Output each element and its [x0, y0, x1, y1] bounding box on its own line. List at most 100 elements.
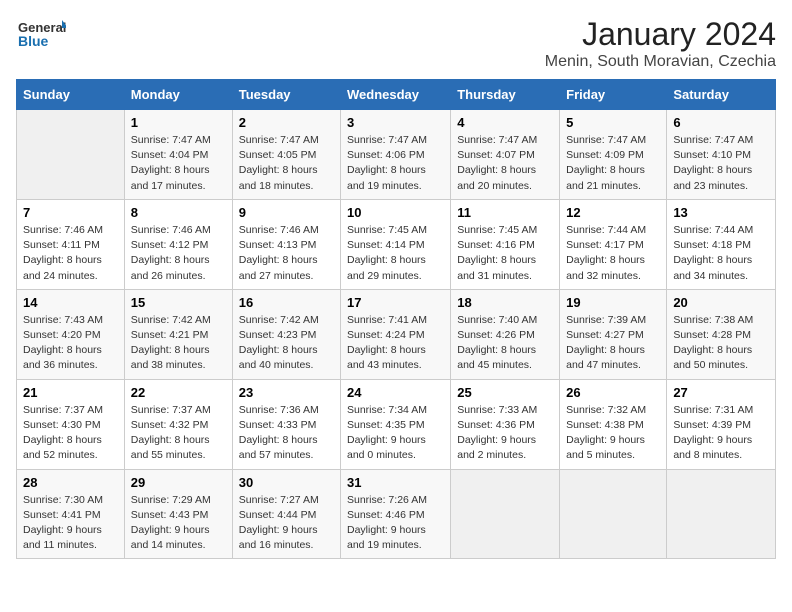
calendar-cell: 15 Sunrise: 7:42 AM Sunset: 4:21 PM Dayl…	[124, 289, 232, 379]
day-number: 3	[347, 115, 444, 130]
sunset: Sunset: 4:16 PM	[457, 239, 535, 251]
sunset: Sunset: 4:27 PM	[566, 329, 644, 341]
weekday-header-row: SundayMondayTuesdayWednesdayThursdayFrid…	[17, 80, 776, 110]
sunrise: Sunrise: 7:36 AM	[239, 404, 319, 416]
day-info: Sunrise: 7:37 AM Sunset: 4:32 PM Dayligh…	[131, 403, 226, 464]
sunrise: Sunrise: 7:39 AM	[566, 314, 646, 326]
sunset: Sunset: 4:04 PM	[131, 149, 209, 161]
sunrise: Sunrise: 7:31 AM	[673, 404, 753, 416]
daylight: Daylight: 9 hours and 14 minutes.	[131, 524, 210, 551]
header: General Blue January 2024 Menin, South M…	[16, 16, 776, 71]
weekday-header: Wednesday	[341, 80, 451, 110]
day-number: 21	[23, 385, 118, 400]
daylight: Daylight: 8 hours and 32 minutes.	[566, 254, 645, 281]
day-info: Sunrise: 7:38 AM Sunset: 4:28 PM Dayligh…	[673, 313, 769, 374]
day-info: Sunrise: 7:44 AM Sunset: 4:17 PM Dayligh…	[566, 223, 660, 284]
calendar-cell: 7 Sunrise: 7:46 AM Sunset: 4:11 PM Dayli…	[17, 199, 125, 289]
daylight: Daylight: 8 hours and 57 minutes.	[239, 434, 318, 461]
sunset: Sunset: 4:30 PM	[23, 419, 101, 431]
day-number: 6	[673, 115, 769, 130]
day-info: Sunrise: 7:37 AM Sunset: 4:30 PM Dayligh…	[23, 403, 118, 464]
sunset: Sunset: 4:10 PM	[673, 149, 751, 161]
sunset: Sunset: 4:41 PM	[23, 509, 101, 521]
calendar-table: SundayMondayTuesdayWednesdayThursdayFrid…	[16, 79, 776, 559]
week-row: 7 Sunrise: 7:46 AM Sunset: 4:11 PM Dayli…	[17, 199, 776, 289]
daylight: Daylight: 8 hours and 45 minutes.	[457, 344, 536, 371]
sunrise: Sunrise: 7:40 AM	[457, 314, 537, 326]
sunset: Sunset: 4:06 PM	[347, 149, 425, 161]
daylight: Daylight: 8 hours and 23 minutes.	[673, 164, 752, 191]
day-number: 2	[239, 115, 334, 130]
sunset: Sunset: 4:43 PM	[131, 509, 209, 521]
daylight: Daylight: 8 hours and 29 minutes.	[347, 254, 426, 281]
calendar-cell	[560, 469, 667, 559]
daylight: Daylight: 8 hours and 55 minutes.	[131, 434, 210, 461]
sunset: Sunset: 4:20 PM	[23, 329, 101, 341]
day-info: Sunrise: 7:33 AM Sunset: 4:36 PM Dayligh…	[457, 403, 553, 464]
calendar-cell: 13 Sunrise: 7:44 AM Sunset: 4:18 PM Dayl…	[667, 199, 776, 289]
day-info: Sunrise: 7:42 AM Sunset: 4:21 PM Dayligh…	[131, 313, 226, 374]
weekday-header: Tuesday	[232, 80, 340, 110]
logo: General Blue	[16, 16, 66, 56]
sunrise: Sunrise: 7:45 AM	[457, 224, 537, 236]
day-info: Sunrise: 7:47 AM Sunset: 4:09 PM Dayligh…	[566, 133, 660, 194]
day-number: 23	[239, 385, 334, 400]
calendar-cell	[17, 110, 125, 200]
sunrise: Sunrise: 7:37 AM	[23, 404, 103, 416]
daylight: Daylight: 8 hours and 20 minutes.	[457, 164, 536, 191]
calendar-cell: 28 Sunrise: 7:30 AM Sunset: 4:41 PM Dayl…	[17, 469, 125, 559]
daylight: Daylight: 8 hours and 31 minutes.	[457, 254, 536, 281]
sunset: Sunset: 4:07 PM	[457, 149, 535, 161]
week-row: 28 Sunrise: 7:30 AM Sunset: 4:41 PM Dayl…	[17, 469, 776, 559]
sunset: Sunset: 4:36 PM	[457, 419, 535, 431]
daylight: Daylight: 8 hours and 17 minutes.	[131, 164, 210, 191]
day-info: Sunrise: 7:44 AM Sunset: 4:18 PM Dayligh…	[673, 223, 769, 284]
day-number: 10	[347, 205, 444, 220]
day-number: 9	[239, 205, 334, 220]
day-number: 8	[131, 205, 226, 220]
sunrise: Sunrise: 7:47 AM	[131, 134, 211, 146]
sunset: Sunset: 4:28 PM	[673, 329, 751, 341]
sunset: Sunset: 4:13 PM	[239, 239, 317, 251]
day-number: 16	[239, 295, 334, 310]
day-info: Sunrise: 7:47 AM Sunset: 4:06 PM Dayligh…	[347, 133, 444, 194]
sunrise: Sunrise: 7:32 AM	[566, 404, 646, 416]
daylight: Daylight: 9 hours and 16 minutes.	[239, 524, 318, 551]
day-number: 29	[131, 475, 226, 490]
sunrise: Sunrise: 7:42 AM	[239, 314, 319, 326]
daylight: Daylight: 8 hours and 50 minutes.	[673, 344, 752, 371]
sunrise: Sunrise: 7:45 AM	[347, 224, 427, 236]
day-number: 28	[23, 475, 118, 490]
sunset: Sunset: 4:14 PM	[347, 239, 425, 251]
calendar-cell: 16 Sunrise: 7:42 AM Sunset: 4:23 PM Dayl…	[232, 289, 340, 379]
day-info: Sunrise: 7:39 AM Sunset: 4:27 PM Dayligh…	[566, 313, 660, 374]
calendar-cell: 4 Sunrise: 7:47 AM Sunset: 4:07 PM Dayli…	[451, 110, 560, 200]
sunset: Sunset: 4:32 PM	[131, 419, 209, 431]
sunrise: Sunrise: 7:46 AM	[239, 224, 319, 236]
calendar-cell: 27 Sunrise: 7:31 AM Sunset: 4:39 PM Dayl…	[667, 379, 776, 469]
calendar-cell: 20 Sunrise: 7:38 AM Sunset: 4:28 PM Dayl…	[667, 289, 776, 379]
day-info: Sunrise: 7:27 AM Sunset: 4:44 PM Dayligh…	[239, 493, 334, 554]
sunset: Sunset: 4:38 PM	[566, 419, 644, 431]
day-number: 14	[23, 295, 118, 310]
sunrise: Sunrise: 7:34 AM	[347, 404, 427, 416]
daylight: Daylight: 8 hours and 36 minutes.	[23, 344, 102, 371]
day-number: 25	[457, 385, 553, 400]
day-number: 15	[131, 295, 226, 310]
day-info: Sunrise: 7:47 AM Sunset: 4:05 PM Dayligh…	[239, 133, 334, 194]
daylight: Daylight: 9 hours and 5 minutes.	[566, 434, 645, 461]
day-info: Sunrise: 7:32 AM Sunset: 4:38 PM Dayligh…	[566, 403, 660, 464]
calendar-cell: 9 Sunrise: 7:46 AM Sunset: 4:13 PM Dayli…	[232, 199, 340, 289]
day-number: 18	[457, 295, 553, 310]
day-info: Sunrise: 7:46 AM Sunset: 4:12 PM Dayligh…	[131, 223, 226, 284]
sunset: Sunset: 4:09 PM	[566, 149, 644, 161]
daylight: Daylight: 9 hours and 2 minutes.	[457, 434, 536, 461]
sunset: Sunset: 4:18 PM	[673, 239, 751, 251]
daylight: Daylight: 8 hours and 19 minutes.	[347, 164, 426, 191]
sunset: Sunset: 4:17 PM	[566, 239, 644, 251]
day-info: Sunrise: 7:45 AM Sunset: 4:16 PM Dayligh…	[457, 223, 553, 284]
day-number: 31	[347, 475, 444, 490]
day-info: Sunrise: 7:47 AM Sunset: 4:07 PM Dayligh…	[457, 133, 553, 194]
calendar-cell: 31 Sunrise: 7:26 AM Sunset: 4:46 PM Dayl…	[341, 469, 451, 559]
day-number: 26	[566, 385, 660, 400]
